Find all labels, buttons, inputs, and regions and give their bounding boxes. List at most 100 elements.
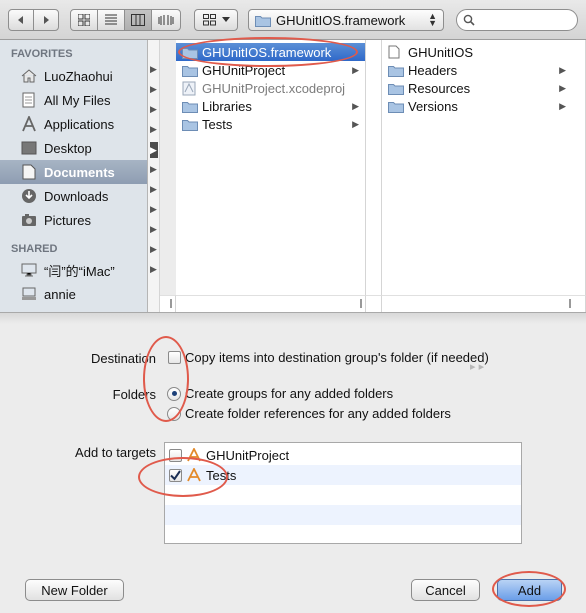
targets-list: GHUnitProject Tests bbox=[164, 442, 522, 544]
list-icon bbox=[105, 14, 117, 25]
copy-items-checkbox[interactable] bbox=[168, 351, 181, 364]
list-item-label: Tests bbox=[202, 116, 233, 132]
icon-view-button[interactable] bbox=[70, 9, 98, 31]
chevron-right-icon: ▶ bbox=[150, 264, 157, 274]
sidebar-item-desktop[interactable]: Desktop bbox=[0, 136, 147, 160]
create-refs-radio[interactable] bbox=[167, 406, 181, 421]
all-files-icon bbox=[20, 91, 38, 109]
columns-icon bbox=[131, 14, 145, 26]
list-item[interactable]: Libraries ▶ bbox=[176, 97, 365, 115]
sidebar-item-imac[interactable]: “闫”的“iMac” bbox=[0, 258, 147, 282]
search-field[interactable] bbox=[456, 9, 578, 31]
list-item-label: Headers bbox=[408, 62, 458, 78]
sidebar-item-downloads[interactable]: Downloads bbox=[0, 184, 147, 208]
updown-arrows-icon: ▲ ▼ bbox=[428, 11, 437, 28]
sidebar-item-label: Downloads bbox=[44, 188, 109, 204]
chevron-right-icon: ▶ bbox=[150, 84, 157, 94]
target-app-icon bbox=[186, 468, 202, 482]
file-icon bbox=[388, 45, 404, 59]
list-item-label: Resources bbox=[408, 80, 471, 96]
sidebar-item-applications[interactable]: Applications bbox=[0, 112, 147, 136]
list-item[interactable]: GHUnitIOS.framework bbox=[176, 43, 365, 61]
list-item[interactable]: Tests ▶ bbox=[176, 115, 365, 133]
new-folder-button[interactable]: New Folder bbox=[25, 579, 124, 601]
path-popup[interactable]: GHUnitIOS.framework ▲ ▼ bbox=[248, 9, 444, 31]
list-item-label: GHUnitProject bbox=[202, 62, 286, 78]
forward-button[interactable] bbox=[33, 9, 59, 31]
sidebar-item-home[interactable]: LuoZhaohui bbox=[0, 64, 147, 88]
applications-icon bbox=[20, 115, 38, 133]
sidebar-item-label: Pictures bbox=[44, 212, 91, 228]
chevron-right-icon: ▶ bbox=[352, 118, 359, 129]
back-button[interactable] bbox=[8, 9, 34, 31]
chevron-right-icon: ▶ bbox=[150, 104, 157, 114]
chevron-right-icon bbox=[44, 16, 49, 24]
chevron-right-icon: ▶ bbox=[150, 184, 157, 194]
chevron-right-icon: ▶ bbox=[559, 64, 566, 75]
imac-icon bbox=[20, 261, 38, 279]
list-item[interactable]: Versions ▶ bbox=[382, 97, 572, 115]
create-groups-label: Create groups for any added folders bbox=[185, 386, 394, 401]
xcodeproj-icon bbox=[182, 81, 198, 95]
arrange-icon bbox=[202, 14, 216, 26]
list-item-label: GHUnitIOS bbox=[408, 44, 474, 60]
folder-icon bbox=[182, 117, 198, 131]
sidebar: FAVORITES LuoZhaohui All My Files Applic… bbox=[0, 40, 148, 312]
list-item[interactable]: GHUnitProject ▶ bbox=[176, 61, 365, 79]
list-item-label: GHUnitIOS.framework bbox=[202, 44, 332, 60]
list-item-label: GHUnitProject.xcodeproj bbox=[202, 80, 346, 96]
column-resize-bar[interactable] bbox=[382, 295, 586, 312]
folders-label: Folders bbox=[112, 387, 156, 402]
panel-divider[interactable] bbox=[0, 312, 586, 324]
list-item[interactable]: Headers ▶ bbox=[382, 61, 572, 79]
sidebar-item-all-my-files[interactable]: All My Files bbox=[0, 88, 147, 112]
sidebar-item-label: Documents bbox=[44, 164, 115, 180]
chevron-right-icon: ▶ bbox=[150, 142, 158, 158]
list-item[interactable]: GHUnitProject.xcodeproj bbox=[176, 79, 365, 97]
chevron-right-icon: ▶ bbox=[150, 124, 157, 134]
table-row[interactable]: GHUnitProject bbox=[165, 445, 521, 465]
sidebar-item-documents[interactable]: Documents bbox=[0, 160, 147, 184]
sidebar-item-label: All My Files bbox=[44, 92, 111, 108]
column-resize-bar[interactable] bbox=[366, 295, 382, 312]
resize-handle-icon bbox=[360, 299, 362, 308]
create-refs-option[interactable]: Create folder references for any added f… bbox=[167, 406, 451, 421]
create-refs-label: Create folder references for any added f… bbox=[185, 406, 451, 421]
chevron-down-icon bbox=[221, 17, 230, 22]
downloads-icon bbox=[20, 187, 38, 205]
list-view-button[interactable] bbox=[97, 9, 125, 31]
column-resize-bar[interactable] bbox=[176, 295, 366, 312]
chevron-right-icon: ▶ bbox=[352, 100, 359, 111]
list-item[interactable]: Resources ▶ bbox=[382, 79, 572, 97]
chevron-right-icon: ▶ bbox=[352, 64, 359, 75]
shared-header: SHARED bbox=[11, 243, 58, 255]
column-view-button[interactable] bbox=[124, 9, 152, 31]
add-button[interactable]: Add bbox=[497, 579, 562, 601]
cancel-button[interactable]: Cancel bbox=[411, 579, 480, 601]
sidebar-item-annie[interactable]: annie bbox=[0, 282, 147, 306]
targets-label: Add to targets bbox=[75, 445, 156, 460]
search-icon bbox=[463, 14, 475, 26]
computer-icon bbox=[20, 285, 38, 303]
list-item[interactable]: GHUnitIOS bbox=[382, 43, 572, 61]
target-checkbox[interactable] bbox=[169, 468, 182, 482]
chevron-right-icon: ▶ bbox=[150, 244, 157, 254]
table-row[interactable]: Tests bbox=[165, 465, 521, 485]
copy-items-option[interactable]: Copy items into destination group's fold… bbox=[168, 350, 489, 365]
folder-icon bbox=[182, 99, 198, 113]
create-groups-option[interactable]: Create groups for any added folders bbox=[167, 386, 393, 401]
favorites-header: FAVORITES bbox=[11, 48, 73, 60]
sidebar-item-label: LuoZhaohui bbox=[44, 68, 113, 84]
create-groups-radio[interactable] bbox=[167, 386, 181, 401]
column-resize-bar[interactable] bbox=[160, 295, 176, 312]
folder-icon bbox=[255, 15, 271, 27]
resize-handle-icon bbox=[569, 299, 571, 308]
toolbar: GHUnitIOS.framework ▲ ▼ bbox=[0, 0, 586, 40]
target-checkbox[interactable] bbox=[169, 448, 182, 462]
desktop-icon bbox=[20, 139, 38, 157]
coverflow-view-button[interactable] bbox=[151, 9, 181, 31]
arrange-menu-button[interactable] bbox=[194, 9, 238, 31]
destination-label: Destination bbox=[90, 351, 156, 366]
sidebar-item-pictures[interactable]: Pictures bbox=[0, 208, 147, 232]
nav-buttons bbox=[8, 9, 59, 31]
